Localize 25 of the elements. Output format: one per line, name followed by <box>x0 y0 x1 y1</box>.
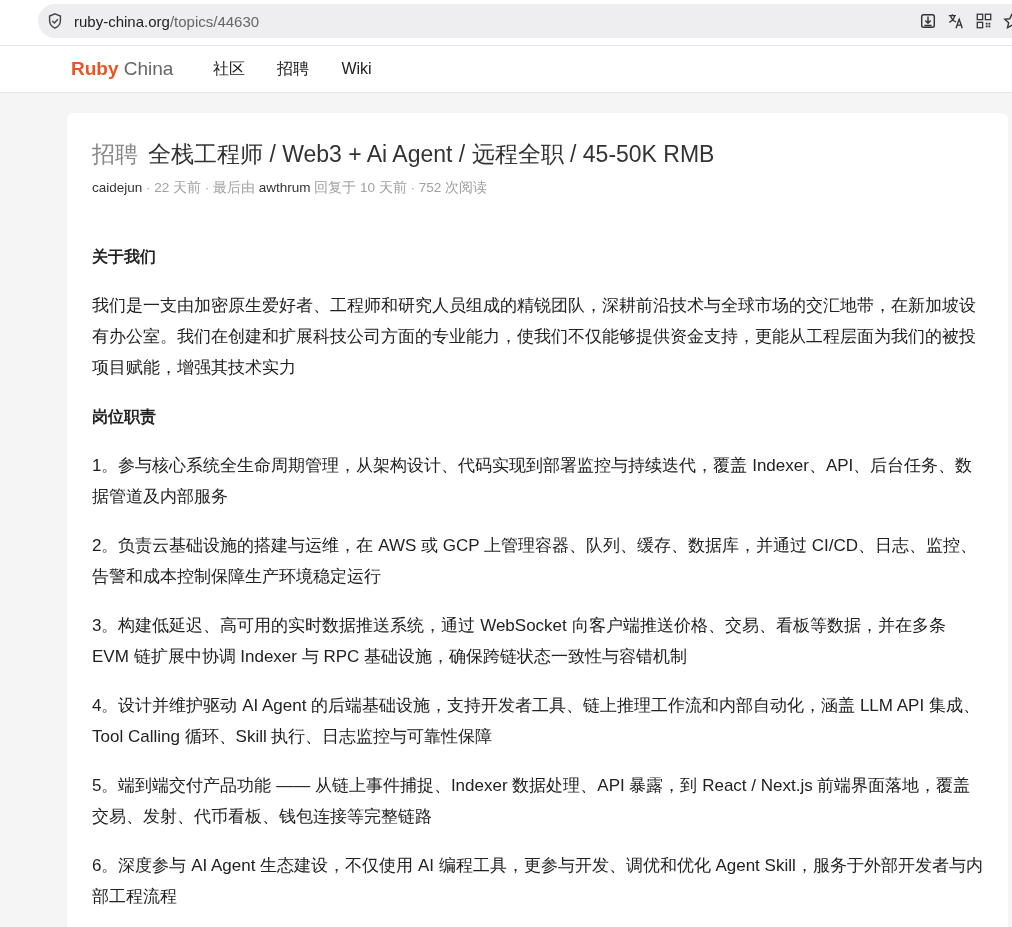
shield-icon <box>46 12 64 30</box>
qr-code-icon[interactable] <box>975 12 993 30</box>
download-icon[interactable] <box>919 12 937 30</box>
site-logo[interactable]: Ruby China <box>71 58 174 80</box>
paragraph: 2。负责云基础设施的搭建与运维，在 AWS 或 GCP 上管理容器、队列、缓存、数据库，并通过 CI/CD、日志、监控、告警和成本控制保障生产环境稳定运行 <box>92 535 978 588</box>
address-bar[interactable]: ruby-china.org/topics/44630 <box>38 4 1012 38</box>
paragraph: 5。端到端交付产品功能 —— 从链上事件捕捉、Indexer 数据处理、API 暴露，到 React / Next.js 前端界面落地，覆盖交易、发射、代币看板、钱包连接等完整链路 <box>92 775 972 828</box>
nav-link[interactable]: 社区 <box>213 58 246 80</box>
meta-text: · 22 天前 · 最后由 <box>145 180 257 195</box>
paragraph: 我们是一支由加密原生爱好者、工程师和研究人员组成的精锐团队，深耕前沿技术与全球市场的交汇地带，在新加坡设有办公室。我们在创建和扩展科技公司方面的专业能力，使我们不仅能够提供资金支持，更能从工程层面为我们的被投项目赋能，增强其技术实力 <box>92 295 977 379</box>
node-label[interactable]: 招聘 <box>92 139 138 170</box>
section-heading: 关于我们 <box>92 247 157 267</box>
nav-link[interactable]: 招聘 <box>277 58 310 80</box>
user-link[interactable]: awthrum <box>258 180 311 195</box>
paragraph: 4。设计并维护驱动 AI Agent 的后端基础设施，支持开发者工具、链上推理工作流和内部自动化，涵盖 LLM API 集成、Tool Calling 循环、Skill 执行、日志监控与可靠性保障 <box>92 695 981 748</box>
meta-text: 回复于 10 天前 · 752 次阅读 <box>313 180 488 195</box>
nav-link[interactable]: Wiki <box>341 60 372 78</box>
paragraph: 1。参与核心系统全生命周期管理，从架构设计、代码实现到部署监控与持续迭代，覆盖 Indexer、API、后台任务、数据管道及内部服务 <box>92 455 974 508</box>
url-text: ruby-china.org/topics/44630 <box>74 12 260 30</box>
paragraph: 3。构建低延迟、高可用的实时数据推送系统，通过 WebSocket 向客户端推送价格、交易、看板等数据，并在多条 EVM 链扩展中协调 Indexer 与 RPC 基础设施，确保跨链状态一致性与容错机制 <box>92 615 947 668</box>
topic-title: 全栈工程师 / Web3 + Ai Agent / 远程全职 / 45-50K RMB <box>148 140 715 169</box>
paragraph: 6。深度参与 AI Agent 生态建设，不仅使用 AI 编程工具，更参与开发、调优和优化 Agent Skill，服务于外部开发者与内部工程流程 <box>92 855 984 908</box>
user-link[interactable]: caidejun <box>92 180 143 195</box>
translate-icon[interactable] <box>947 12 965 30</box>
section-heading: 岗位职责 <box>92 407 157 428</box>
